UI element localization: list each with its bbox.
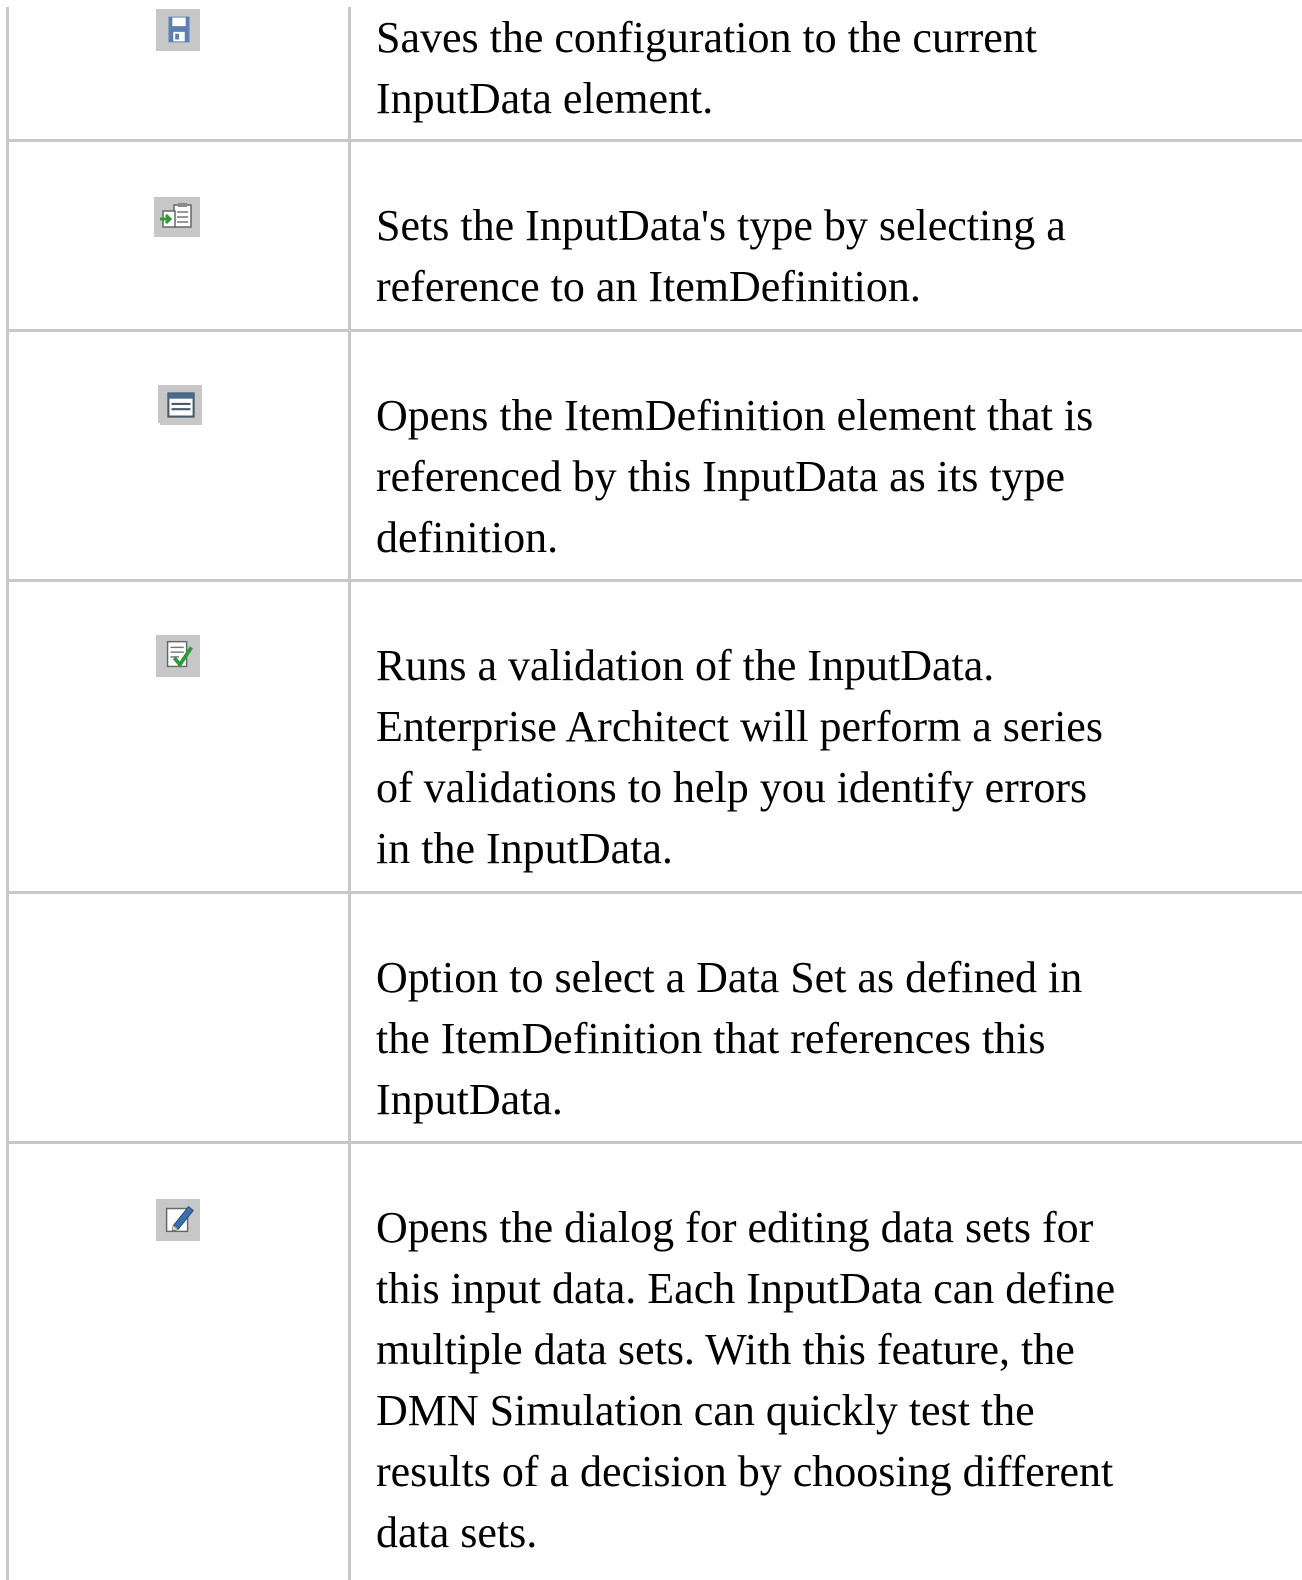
row-description: Opens the dialog for editing data sets f… xyxy=(376,1203,1116,1557)
table-row: Opens the ItemDefinition element that is… xyxy=(6,332,1302,579)
set-type-reference-icon[interactable] xyxy=(154,197,200,237)
icon-cell xyxy=(6,332,351,579)
validate-icon[interactable] xyxy=(156,635,200,677)
icon-cell xyxy=(6,894,351,1141)
table-row: Saves the configuration to the current I… xyxy=(6,7,1302,139)
toolbar-options-table: Saves the configuration to the current I… xyxy=(6,7,1302,1580)
row-description: Saves the configuration to the current I… xyxy=(376,13,1038,123)
icon-cell xyxy=(6,142,351,329)
table-row: Opens the dialog for editing data sets f… xyxy=(6,1144,1302,1580)
row-description: Sets the InputData's type by selecting a… xyxy=(376,201,1066,311)
table-row: Sets the InputData's type by selecting a… xyxy=(6,142,1302,329)
icon-cell xyxy=(6,582,351,891)
table-row: Option to select a Data Set as defined i… xyxy=(6,894,1302,1141)
icon-cell xyxy=(6,1144,351,1580)
row-description: Option to select a Data Set as defined i… xyxy=(376,953,1083,1124)
edit-data-sets-icon[interactable] xyxy=(156,1199,200,1241)
row-description: Runs a validation of the InputData. Ente… xyxy=(376,641,1103,873)
icon-cell xyxy=(6,7,351,139)
row-description: Opens the ItemDefinition element that is… xyxy=(376,391,1094,562)
save-icon[interactable] xyxy=(156,9,200,51)
open-item-definition-icon[interactable] xyxy=(158,385,203,425)
table-row: Runs a validation of the InputData. Ente… xyxy=(6,582,1302,891)
